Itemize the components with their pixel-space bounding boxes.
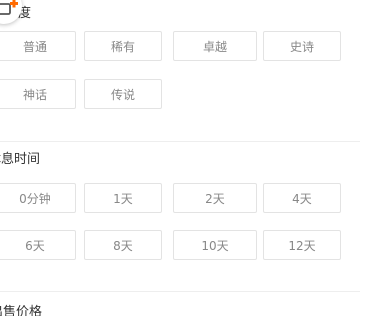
add-card-icon bbox=[0, 0, 18, 15]
filter-panel: 稀有度 普通 稀有 卓越 史诗 神话 传说 休息时间 0分钟 1天 2天 4天 … bbox=[0, 0, 370, 316]
section-title-rest-time: 休息时间 bbox=[0, 152, 41, 167]
rarity-option-rare[interactable]: 稀有 bbox=[84, 31, 162, 61]
rest-option-1day[interactable]: 1天 bbox=[84, 183, 162, 213]
rest-option-2day[interactable]: 2天 bbox=[173, 183, 257, 213]
rarity-option-common[interactable]: 普通 bbox=[0, 31, 76, 61]
add-card-badge[interactable] bbox=[0, 0, 22, 24]
rest-option-10day[interactable]: 10天 bbox=[173, 230, 257, 260]
rest-option-0min[interactable]: 0分钟 bbox=[0, 183, 76, 213]
rarity-option-mythic[interactable]: 神话 bbox=[0, 79, 76, 109]
divider bbox=[0, 141, 360, 142]
section-title-sale-price: 出售价格 bbox=[0, 305, 43, 316]
divider bbox=[0, 291, 360, 292]
rest-option-12day[interactable]: 12天 bbox=[263, 230, 341, 260]
rarity-option-excellent[interactable]: 卓越 bbox=[173, 31, 257, 61]
rest-option-4day[interactable]: 4天 bbox=[263, 183, 341, 213]
rest-option-6day[interactable]: 6天 bbox=[0, 230, 76, 260]
rarity-option-epic[interactable]: 史诗 bbox=[263, 31, 341, 61]
rest-option-8day[interactable]: 8天 bbox=[84, 230, 162, 260]
rarity-option-legendary[interactable]: 传说 bbox=[84, 79, 162, 109]
